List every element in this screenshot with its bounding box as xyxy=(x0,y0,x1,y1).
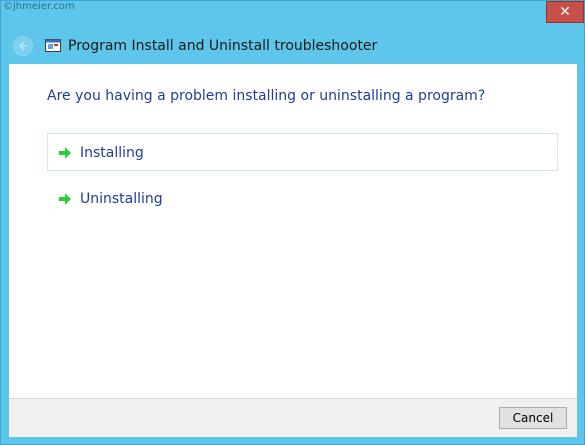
option-uninstalling[interactable]: Uninstalling xyxy=(47,179,558,217)
green-arrow-icon xyxy=(59,193,71,205)
dialog-window: ©jhmeier.com ✕ Program Install and Unins… xyxy=(0,0,585,445)
question-heading: Are you having a problem installing or u… xyxy=(47,88,486,104)
troubleshooter-icon xyxy=(45,39,61,52)
back-arrow-icon xyxy=(18,41,27,51)
option-label: Installing xyxy=(80,145,144,161)
option-installing[interactable]: Installing xyxy=(47,133,558,171)
watermark-text: ©jhmeier.com xyxy=(3,1,75,12)
content-panel: Are you having a problem installing or u… xyxy=(9,64,577,398)
green-arrow-icon xyxy=(59,147,71,159)
window-title: Program Install and Uninstall troublesho… xyxy=(68,38,378,54)
back-button[interactable] xyxy=(13,36,33,56)
option-label: Uninstalling xyxy=(80,191,163,207)
footer-bar: Cancel xyxy=(9,398,577,437)
close-button[interactable]: ✕ xyxy=(546,1,584,23)
cancel-button[interactable]: Cancel xyxy=(499,407,567,429)
